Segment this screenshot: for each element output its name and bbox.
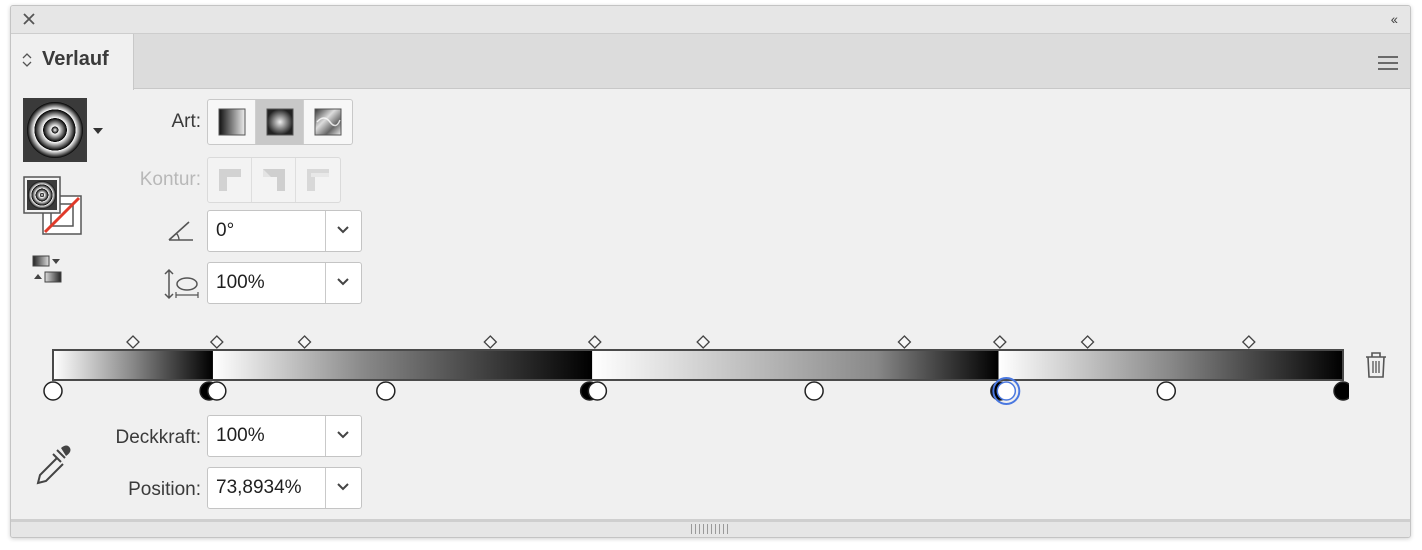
type-label: Art:: [171, 111, 201, 132]
panel-resize-footer: [11, 519, 1410, 537]
within-stroke-button[interactable]: [208, 158, 252, 202]
within-stroke-icon: [218, 169, 241, 191]
gradient-segment: [53, 350, 213, 380]
tab-title: Verlauf: [42, 48, 109, 70]
gradient-color-stop[interactable]: [996, 381, 1017, 401]
fill-stroke-swatches[interactable]: [23, 176, 85, 238]
updown-arrows-icon[interactable]: [22, 52, 32, 68]
panel-titlebar: ‹‹: [11, 6, 1410, 34]
stroke-gradient-buttons: [207, 157, 341, 203]
across-stroke-icon: [307, 169, 329, 191]
angle-icon: [168, 221, 193, 241]
gradient-type-buttons: [207, 99, 353, 145]
chevron-down-icon: [337, 483, 349, 491]
collapse-arrows-icon[interactable]: ‹‹: [1391, 11, 1398, 27]
gradient-panel: ‹‹ Verlauf Art: Kontur: 0° 100% Deckkraf…: [10, 5, 1411, 538]
gradient-midpoint-diamond[interactable]: [587, 335, 602, 349]
opacity-value[interactable]: 100%: [216, 425, 265, 447]
gradient-preview-swatch[interactable]: [23, 98, 87, 162]
aspect-ratio-value[interactable]: 100%: [216, 272, 265, 294]
opacity-combobox[interactable]: 100%: [207, 415, 362, 457]
freeform-gradient-icon: [314, 108, 342, 136]
eyedropper-icon[interactable]: [35, 444, 71, 486]
aspect-ratio-dropdown-button[interactable]: [325, 263, 361, 303]
freeform-gradient-button[interactable]: [304, 100, 352, 144]
chevron-down-icon: [337, 431, 349, 439]
gradient-color-stop[interactable]: [43, 381, 63, 401]
resize-grip[interactable]: [691, 524, 731, 534]
close-icon[interactable]: [20, 10, 38, 28]
gradient-midpoint-diamond[interactable]: [696, 335, 711, 349]
radial-gradient-button[interactable]: [256, 100, 304, 144]
tab-verlauf[interactable]: Verlauf: [11, 34, 134, 90]
along-stroke-button[interactable]: [252, 158, 296, 202]
gradient-segment: [592, 350, 999, 380]
gradient-segment: [998, 350, 1343, 380]
gradient-segment: [212, 350, 593, 380]
aspect-ratio-combobox[interactable]: 100%: [207, 262, 362, 304]
position-combobox[interactable]: 73,8934%: [207, 467, 362, 509]
gradient-midpoint-diamond[interactable]: [1080, 335, 1095, 349]
gradient-midpoint-diamond[interactable]: [483, 335, 498, 349]
across-stroke-button[interactable]: [296, 158, 340, 202]
opacity-label: Deckkraft:: [115, 427, 201, 448]
radial-gradient-icon: [266, 108, 293, 136]
preview-dropdown-arrow[interactable]: [93, 128, 103, 134]
along-stroke-icon: [262, 169, 285, 191]
chevron-down-icon: [337, 278, 349, 286]
gradient-midpoint-diamond[interactable]: [1241, 335, 1256, 349]
reverse-gradient-icon[interactable]: [31, 254, 67, 286]
position-dropdown-button[interactable]: [325, 468, 361, 508]
linear-gradient-button[interactable]: [208, 100, 256, 144]
angle-combobox[interactable]: 0°: [207, 210, 362, 252]
stroke-label: Kontur:: [139, 169, 201, 190]
radial-gradient-thumbnail: [25, 100, 85, 160]
linear-gradient-icon: [218, 108, 245, 136]
gradient-color-stop[interactable]: [804, 381, 824, 401]
angle-dropdown-button[interactable]: [325, 211, 361, 251]
gradient-midpoint-diamond[interactable]: [126, 335, 140, 349]
gradient-midpoint-diamond[interactable]: [897, 335, 912, 349]
gradient-color-stop[interactable]: [587, 381, 608, 401]
gradient-color-stop[interactable]: [1156, 381, 1177, 401]
panel-tab-row: Verlauf: [11, 34, 1410, 90]
trash-icon[interactable]: [1364, 351, 1388, 379]
opacity-dropdown-button[interactable]: [325, 416, 361, 456]
gradient-color-stop[interactable]: [207, 381, 227, 401]
angle-value[interactable]: 0°: [216, 220, 234, 242]
aspect-ratio-icon: [164, 268, 199, 300]
gradient-midpoint-diamond[interactable]: [297, 335, 312, 349]
gradient-color-stop[interactable]: [376, 381, 396, 401]
chevron-down-icon: [337, 226, 349, 234]
gradient-midpoint-diamond[interactable]: [209, 335, 224, 349]
hamburger-menu-icon[interactable]: [1378, 56, 1398, 70]
position-label: Position:: [128, 479, 201, 500]
position-value[interactable]: 73,8934%: [216, 477, 302, 499]
gradient-slider[interactable]: [29, 324, 1349, 408]
gradient-color-stop[interactable]: [1333, 381, 1349, 401]
gradient-midpoint-diamond[interactable]: [992, 335, 1007, 349]
